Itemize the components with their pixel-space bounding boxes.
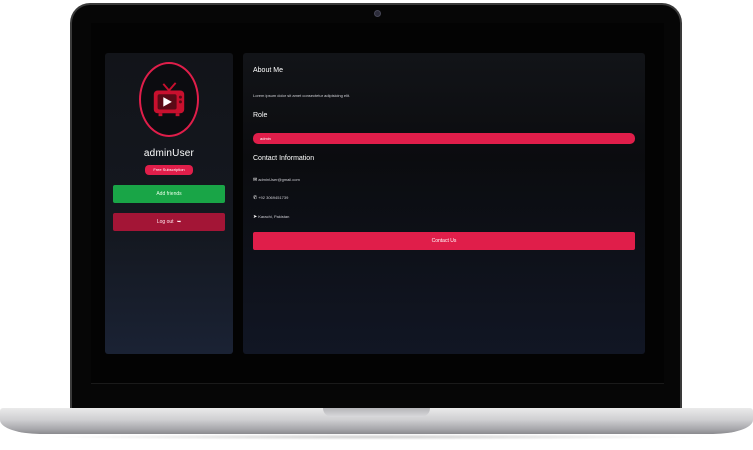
role-badge: admin xyxy=(253,133,635,144)
contact-email-row: ✉adminUser@gmail.com xyxy=(253,177,300,183)
logout-icon: ➥ xyxy=(176,219,182,225)
contact-phone: +92 3069451739 xyxy=(258,195,289,200)
avatar xyxy=(139,62,199,137)
tv-logo-icon xyxy=(153,81,185,116)
profile-details-panel: About Me Lorem ipsum dolor sit amet cons… xyxy=(243,53,645,354)
about-text: Lorem ipsum dolor sit amet consectetur a… xyxy=(253,93,351,98)
logout-label: Log out xyxy=(156,219,174,225)
about-heading: About Me xyxy=(253,67,283,74)
contact-us-button[interactable]: Contact Us xyxy=(253,232,635,250)
profile-sidebar: adminUser Free Subscription Add friends … xyxy=(105,53,233,354)
location-arrow-icon: ➤ xyxy=(253,214,258,220)
role-heading: Role xyxy=(253,112,268,119)
phone-icon: ✆ xyxy=(253,195,258,201)
contact-location: Karachi, Pakistan xyxy=(258,214,290,219)
logout-button[interactable]: Log out ➥ xyxy=(113,213,225,231)
laptop-shadow xyxy=(40,434,713,440)
subscription-badge[interactable]: Free Subscription xyxy=(145,165,193,175)
envelope-icon: ✉ xyxy=(253,177,258,183)
webcam xyxy=(374,10,381,17)
contact-phone-row: ✆+92 3069451739 xyxy=(253,195,288,201)
contact-heading: Contact Information xyxy=(253,155,315,162)
username: adminUser xyxy=(143,148,195,159)
laptop-opening-notch xyxy=(323,408,430,417)
screen: adminUser Free Subscription Add friends … xyxy=(91,23,664,383)
laptop-frame: adminUser Free Subscription Add friends … xyxy=(0,0,753,450)
add-friends-button[interactable]: Add friends xyxy=(113,185,225,203)
screen-bezel-line xyxy=(91,383,664,384)
contact-email: adminUser@gmail.com xyxy=(258,177,300,182)
contact-location-row: ➤Karachi, Pakistan xyxy=(253,214,289,220)
